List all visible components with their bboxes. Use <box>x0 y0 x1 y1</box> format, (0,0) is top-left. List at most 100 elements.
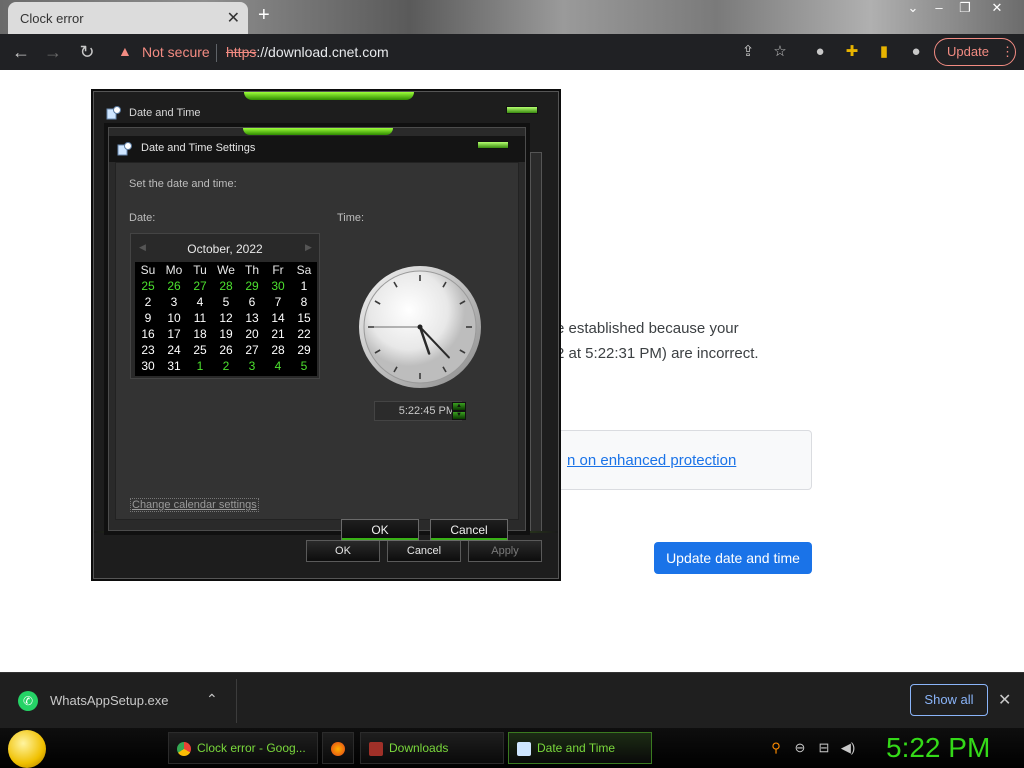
calendar-day[interactable]: 3 <box>239 358 265 374</box>
calendar-day[interactable]: 24 <box>161 342 187 358</box>
tab-search-chevron-icon[interactable]: ⌄ <box>900 0 926 18</box>
restore-icon[interactable]: ❐ <box>952 0 978 18</box>
calendar-day[interactable]: 14 <box>265 310 291 326</box>
calendar-day[interactable]: 28 <box>213 278 239 294</box>
download-bar-close-icon[interactable]: ✕ <box>998 690 1011 710</box>
calendar-day[interactable]: 21 <box>265 326 291 342</box>
calendar-day[interactable]: 27 <box>187 278 213 294</box>
calendar-day[interactable]: 26 <box>213 342 239 358</box>
calendar-day[interactable]: 6 <box>239 294 265 310</box>
download-file-name[interactable]: WhatsAppSetup.exe <box>50 693 169 708</box>
calendar-day[interactable]: 29 <box>239 278 265 294</box>
calendar-day[interactable]: 23 <box>135 342 161 358</box>
chevron-up-icon[interactable]: ⌃ <box>206 691 218 708</box>
taskbar-item-firefox[interactable] <box>322 732 354 764</box>
taskbar-item-downloads[interactable]: Downloads <box>360 732 504 764</box>
change-calendar-settings-link[interactable]: Change calendar settings <box>130 498 259 512</box>
bookmark-star-icon[interactable]: ☆ <box>770 42 790 62</box>
minimize-icon[interactable]: – <box>926 0 952 18</box>
calendar-day[interactable]: 13 <box>239 310 265 326</box>
download-divider <box>236 679 237 723</box>
outer-apply-button[interactable]: Apply <box>468 540 542 562</box>
calendar-day[interactable]: 1 <box>187 358 213 374</box>
settings-ok-button[interactable]: OK <box>341 519 419 541</box>
share-icon[interactable]: ⇪ <box>738 42 758 62</box>
calendar-day[interactable]: 4 <box>187 294 213 310</box>
outer-ok-button[interactable]: OK <box>306 540 380 562</box>
calendar-day[interactable]: 30 <box>265 278 291 294</box>
calendar-day[interactable]: 9 <box>135 310 161 326</box>
calendar-day[interactable]: 12 <box>213 310 239 326</box>
side-panel-icon[interactable]: ▮ <box>874 42 894 62</box>
calendar-day[interactable]: 11 <box>187 310 213 326</box>
calendar-day[interactable]: 5 <box>213 294 239 310</box>
taskbar-item-chrome[interactable]: Clock error - Goog... <box>168 732 318 764</box>
new-tab-icon[interactable]: + <box>258 4 270 27</box>
profile-avatar-icon[interactable]: ● <box>906 42 926 62</box>
show-all-button[interactable]: Show all <box>910 684 988 716</box>
warning-icon[interactable]: ▲ <box>118 43 132 59</box>
calendar-day[interactable]: 3 <box>161 294 187 310</box>
calendar-day[interactable]: 17 <box>161 326 187 342</box>
calendar-day[interactable]: 25 <box>187 342 213 358</box>
time-up-icon[interactable]: ▲ <box>452 402 466 411</box>
outer-cancel-button[interactable]: Cancel <box>387 540 461 562</box>
calendar-day[interactable]: 1 <box>291 278 317 294</box>
enhanced-protection-link[interactable]: n on enhanced protection <box>567 452 736 469</box>
calendar-day[interactable]: 2 <box>135 294 161 310</box>
calendar-day[interactable]: 15 <box>291 310 317 326</box>
extension-flag-icon[interactable]: ● <box>810 42 830 62</box>
settings-title: Date and Time Settings <box>141 142 256 154</box>
title-bar-control[interactable] <box>477 141 509 149</box>
calendar-day[interactable]: 27 <box>239 342 265 358</box>
calendar-day[interactable]: 5 <box>291 358 317 374</box>
calendar-day[interactable]: 16 <box>135 326 161 342</box>
not-secure-label[interactable]: Not secure <box>142 44 210 60</box>
calendar-day[interactable]: 10 <box>161 310 187 326</box>
taskbar-clock[interactable]: 5:22 PM <box>886 732 990 764</box>
update-label: Update <box>947 44 989 59</box>
extensions-puzzle-icon[interactable]: ✚ <box>842 42 862 62</box>
back-icon[interactable]: ← <box>10 41 32 63</box>
tab-clock-error[interactable]: Clock error ✕ <box>8 2 248 34</box>
calendar-week-row: 23 24 25 26 27 28 29 <box>135 342 317 358</box>
weekday-header: Su <box>140 263 156 277</box>
dialog-scrollbar[interactable] <box>530 152 542 532</box>
calendar-day[interactable]: 26 <box>161 278 187 294</box>
volume-icon[interactable]: ◀) <box>840 740 856 756</box>
address-bar[interactable]: https://download.cnet.com <box>226 44 389 60</box>
tray-minus-icon[interactable]: ⊖ <box>792 740 808 756</box>
time-input[interactable]: 5:22:45 PM <box>374 401 462 421</box>
calendar-day[interactable]: 20 <box>239 326 265 342</box>
calendar-day[interactable]: 8 <box>291 294 317 310</box>
time-down-icon[interactable]: ▼ <box>452 411 466 420</box>
title-glow <box>244 92 414 100</box>
calendar-day[interactable]: 22 <box>291 326 317 342</box>
taskbar-item-date-time[interactable]: Date and Time <box>508 732 652 764</box>
update-date-time-button[interactable]: Update date and time <box>654 542 812 574</box>
calendar-day[interactable]: 2 <box>213 358 239 374</box>
time-label: Time: <box>337 212 365 224</box>
start-button[interactable] <box>8 730 46 768</box>
network-icon[interactable]: ⊟ <box>816 740 832 756</box>
title-bar-control[interactable] <box>506 106 538 114</box>
calendar-day[interactable]: 18 <box>187 326 213 342</box>
calendar-day[interactable]: 30 <box>135 358 161 374</box>
calendar-month-year[interactable]: October, 2022 <box>131 242 319 256</box>
weekday-header: We <box>217 263 235 277</box>
browser-update-button[interactable]: Update ⋮ <box>934 38 1016 66</box>
calendar-day[interactable]: 25 <box>135 278 161 294</box>
calendar-day[interactable]: 4 <box>265 358 291 374</box>
window-close-icon[interactable]: ✕ <box>984 0 1010 18</box>
forward-icon[interactable]: → <box>42 41 64 63</box>
calendar-day[interactable]: 29 <box>291 342 317 358</box>
calendar-day[interactable]: 31 <box>161 358 187 374</box>
calendar-day[interactable]: 28 <box>265 342 291 358</box>
calendar-day[interactable]: 19 <box>213 326 239 342</box>
tab-close-icon[interactable]: ✕ <box>227 8 240 28</box>
calendar-day[interactable]: 7 <box>265 294 291 310</box>
search-icon[interactable]: ⚲ <box>768 740 784 756</box>
settings-cancel-button[interactable]: Cancel <box>430 519 508 541</box>
next-month-icon[interactable]: ▶ <box>305 242 312 253</box>
reload-icon[interactable]: ↻ <box>76 41 98 63</box>
